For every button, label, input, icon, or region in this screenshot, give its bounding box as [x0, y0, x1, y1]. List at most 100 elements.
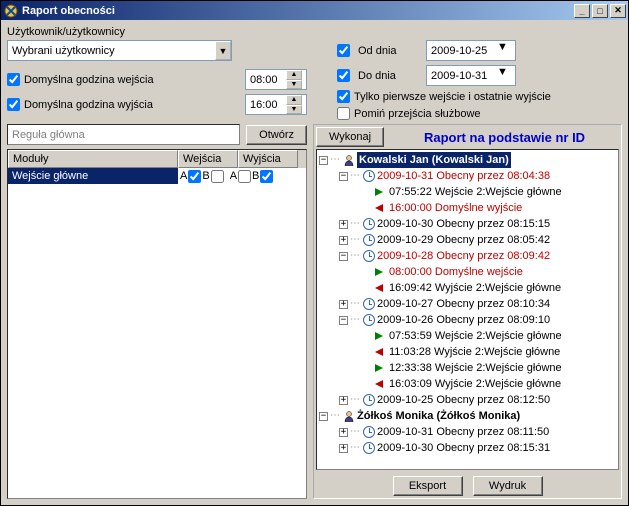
clock-icon [363, 250, 375, 262]
day-node[interactable]: 2009-10-27 Obecny przez 08:10:34 [377, 296, 550, 312]
from-date-input[interactable] [427, 41, 497, 60]
col-entries[interactable]: Wejścia [178, 150, 238, 168]
event-node[interactable]: 16:09:42 Wyjście 2:Wejście główne [389, 280, 561, 296]
exit-b-checkbox[interactable] [260, 170, 273, 183]
event-node[interactable]: 08:00:00 Domyślne wejście [389, 264, 523, 280]
day-node[interactable]: 2009-10-28 Obecny przez 08:09:42 [377, 248, 550, 264]
entry-time-input[interactable] [246, 70, 286, 89]
spin-up-icon[interactable]: ▲ [286, 95, 302, 105]
module-name: Wejście główne [8, 168, 178, 184]
event-node[interactable]: 11:03:28 Wyjście 2:Wejście główne [389, 344, 560, 360]
clock-icon [363, 234, 375, 246]
expand-icon[interactable]: + [339, 444, 348, 453]
to-date-checkbox[interactable] [337, 69, 350, 82]
first-last-checkbox[interactable] [337, 90, 350, 103]
day-node[interactable]: 2009-10-31 Obecny przez 08:11:50 [377, 424, 549, 440]
day-node[interactable]: 2009-10-30 Obecny przez 08:15:31 [377, 440, 550, 456]
clock-icon [363, 314, 375, 326]
event-node[interactable]: 16:00:00 Domyślne wyjście [389, 200, 522, 216]
expand-icon[interactable]: − [339, 172, 348, 181]
app-icon [3, 3, 19, 19]
event-node[interactable]: 16:03:09 Wyjście 2:Wejście główne [389, 376, 561, 392]
open-button[interactable]: Otwórz [246, 125, 307, 145]
day-node[interactable]: 2009-10-30 Obecny przez 08:15:15 [377, 216, 550, 232]
window-title: Raport obecności [22, 5, 572, 17]
report-title: Raport na podstawie nr ID [390, 130, 619, 145]
spin-down-icon[interactable]: ▼ [286, 105, 302, 115]
to-date-combo[interactable]: ▼ [426, 65, 516, 86]
arrow-left-icon [375, 348, 383, 356]
maximize-button[interactable]: □ [592, 4, 608, 18]
users-label: Użytkownik/użytkownicy [7, 26, 307, 38]
expand-icon[interactable]: + [339, 236, 348, 245]
exit-time-spin[interactable]: ▲▼ [245, 94, 307, 115]
table-row[interactable]: Wejście główne A B A B [8, 168, 306, 184]
clock-icon [363, 394, 375, 406]
spin-up-icon[interactable]: ▲ [286, 70, 302, 80]
day-node[interactable]: 2009-10-31 Obecny przez 08:04:38 [377, 168, 550, 184]
minimize-button[interactable]: _ [574, 4, 590, 18]
default-entry-label: Domyślna godzina wejścia [24, 74, 154, 86]
close-button[interactable]: ✕ [610, 4, 626, 18]
entry-b-checkbox[interactable] [211, 170, 224, 183]
spin-down-icon[interactable]: ▼ [286, 80, 302, 90]
arrow-left-icon [375, 204, 383, 212]
day-node[interactable]: 2009-10-26 Obecny przez 08:09:10 [377, 312, 550, 328]
day-node[interactable]: 2009-10-29 Obecny przez 08:05:42 [377, 232, 550, 248]
clock-icon [363, 426, 375, 438]
clock-icon [363, 298, 375, 310]
col-exits[interactable]: Wyjścia [238, 150, 298, 168]
from-date-label: Od dnia [358, 45, 418, 57]
event-node[interactable]: 07:53:59 Wejście 2:Wejście główne [389, 328, 562, 344]
report-tree[interactable]: −⋯Kowalski Jan (Kowalski Jan) −⋯2009-10-… [316, 149, 619, 470]
expand-icon[interactable]: + [339, 220, 348, 229]
person-icon [343, 410, 355, 422]
exit-time-input[interactable] [246, 95, 286, 114]
from-date-combo[interactable]: ▼ [426, 40, 516, 61]
arrow-left-icon [375, 284, 383, 292]
expand-icon[interactable]: + [339, 428, 348, 437]
expand-icon[interactable]: + [339, 396, 348, 405]
execute-button[interactable]: Wykonaj [316, 127, 384, 147]
day-node[interactable]: 2009-10-25 Obecny przez 08:12:50 [377, 392, 550, 408]
clock-icon [363, 218, 375, 230]
skip-business-checkbox[interactable] [337, 107, 350, 120]
export-button[interactable]: Eksport [393, 476, 463, 496]
default-exit-checkbox[interactable] [7, 98, 20, 111]
arrow-right-icon [375, 364, 383, 372]
default-exit-label: Domyślna godzina wyjścia [24, 99, 153, 111]
from-date-checkbox[interactable] [337, 44, 350, 57]
chevron-down-icon[interactable]: ▼ [497, 41, 508, 60]
expand-icon[interactable]: − [319, 412, 328, 421]
event-node[interactable]: 07:55:22 Wejście 2:Wejście główne [389, 184, 562, 200]
col-modules[interactable]: Moduły [8, 150, 178, 168]
clock-icon [363, 442, 375, 454]
expand-icon[interactable]: + [339, 300, 348, 309]
chevron-down-icon[interactable]: ▼ [215, 41, 231, 60]
arrow-left-icon [375, 380, 383, 388]
expand-icon[interactable]: − [319, 156, 328, 165]
exit-a-checkbox[interactable] [238, 170, 251, 183]
expand-icon[interactable]: − [339, 316, 348, 325]
expand-icon[interactable]: − [339, 252, 348, 261]
users-combo-input[interactable] [8, 41, 215, 60]
chevron-down-icon[interactable]: ▼ [497, 66, 508, 85]
default-entry-checkbox[interactable] [7, 73, 20, 86]
rule-input[interactable] [7, 124, 240, 145]
arrow-right-icon [375, 188, 383, 196]
first-last-label: Tylko pierwsze wejście i ostatnie wyjści… [354, 91, 551, 103]
arrow-right-icon [375, 268, 383, 276]
skip-business-label: Pomiń przejścia służbowe [354, 108, 481, 120]
arrow-right-icon [375, 332, 383, 340]
person-node[interactable]: Kowalski Jan (Kowalski Jan) [357, 152, 511, 168]
person-node[interactable]: Żółkoś Monika (Żółkoś Monika) [357, 408, 520, 424]
modules-grid: Moduły Wejścia Wyjścia Wejście główne A … [7, 149, 307, 499]
users-combo[interactable]: ▼ [7, 40, 232, 61]
event-node[interactable]: 12:33:38 Wejście 2:Wejście główne [389, 360, 562, 376]
print-button[interactable]: Wydruk [473, 476, 543, 496]
entry-time-spin[interactable]: ▲▼ [245, 69, 307, 90]
entry-a-checkbox[interactable] [188, 170, 201, 183]
to-date-input[interactable] [427, 66, 497, 85]
person-icon [343, 154, 355, 166]
clock-icon [363, 170, 375, 182]
